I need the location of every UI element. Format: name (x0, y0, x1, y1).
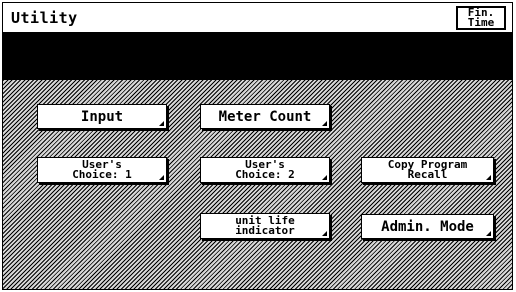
screen-title: Utility (11, 9, 78, 27)
corner-marker-icon (486, 175, 491, 180)
corner-marker-icon (322, 121, 327, 126)
copy-program-recall-button[interactable]: Copy Program Recall (361, 157, 494, 183)
admin-mode-button[interactable]: Admin. Mode (361, 214, 494, 239)
corner-marker-icon (159, 175, 164, 180)
users-choice-1-label-line2: Choice: 1 (72, 168, 132, 181)
users-choice-2-button[interactable]: User's Choice: 2 (200, 157, 330, 183)
input-button[interactable]: Input (37, 104, 167, 129)
copy-program-recall-label-line2: Recall (407, 168, 448, 181)
fin-time-label-line2: Time (467, 16, 495, 29)
title-bar: Utility Fin. Time (3, 3, 512, 33)
input-button-label: Input (80, 108, 124, 125)
users-choice-1-button[interactable]: User's Choice: 1 (37, 157, 167, 183)
unit-life-label-line2: indicator (235, 224, 295, 237)
message-band (3, 33, 512, 79)
meter-count-button-label: Meter Count (218, 108, 312, 125)
unit-life-indicator-button[interactable]: unit life indicator (200, 213, 330, 239)
corner-marker-icon (486, 231, 491, 236)
utility-menu-area: Input Meter Count User's Choice: 1 User'… (3, 79, 512, 289)
corner-marker-icon (159, 121, 164, 126)
utility-screen: Utility Fin. Time Input Meter Count User… (2, 2, 513, 290)
fin-time-button[interactable]: Fin. Time (456, 6, 506, 30)
users-choice-2-label-line2: Choice: 2 (235, 168, 295, 181)
meter-count-button[interactable]: Meter Count (200, 104, 330, 129)
corner-marker-icon (322, 231, 327, 236)
admin-mode-button-label: Admin. Mode (381, 218, 474, 235)
corner-marker-icon (322, 175, 327, 180)
